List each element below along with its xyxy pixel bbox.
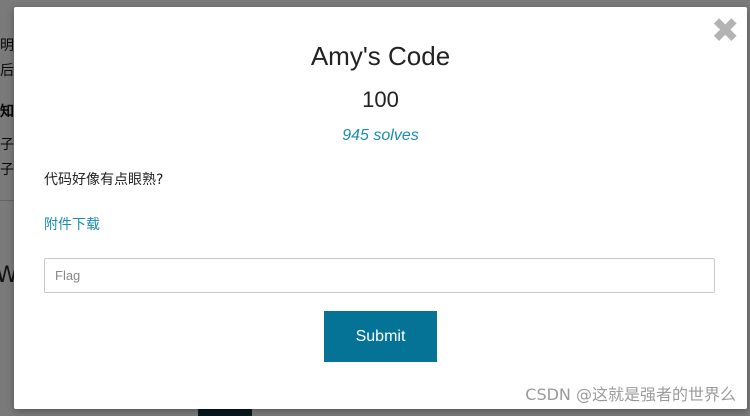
- challenge-solves[interactable]: 945 solves: [14, 126, 747, 146]
- csdn-watermark: CSDN @这就是强者的世界么: [525, 385, 736, 404]
- challenge-modal: ✖ Amy's Code 100 945 solves 代码好像有点眼熟? 附件…: [14, 7, 747, 409]
- challenge-title: Amy's Code: [310, 41, 451, 71]
- attachment-download-link[interactable]: 附件下载: [44, 216, 100, 234]
- submit-button[interactable]: Submit: [324, 311, 437, 362]
- challenge-points: 100: [362, 87, 399, 112]
- challenge-description: 代码好像有点眼熟?: [44, 172, 164, 188]
- flag-input[interactable]: [44, 258, 715, 293]
